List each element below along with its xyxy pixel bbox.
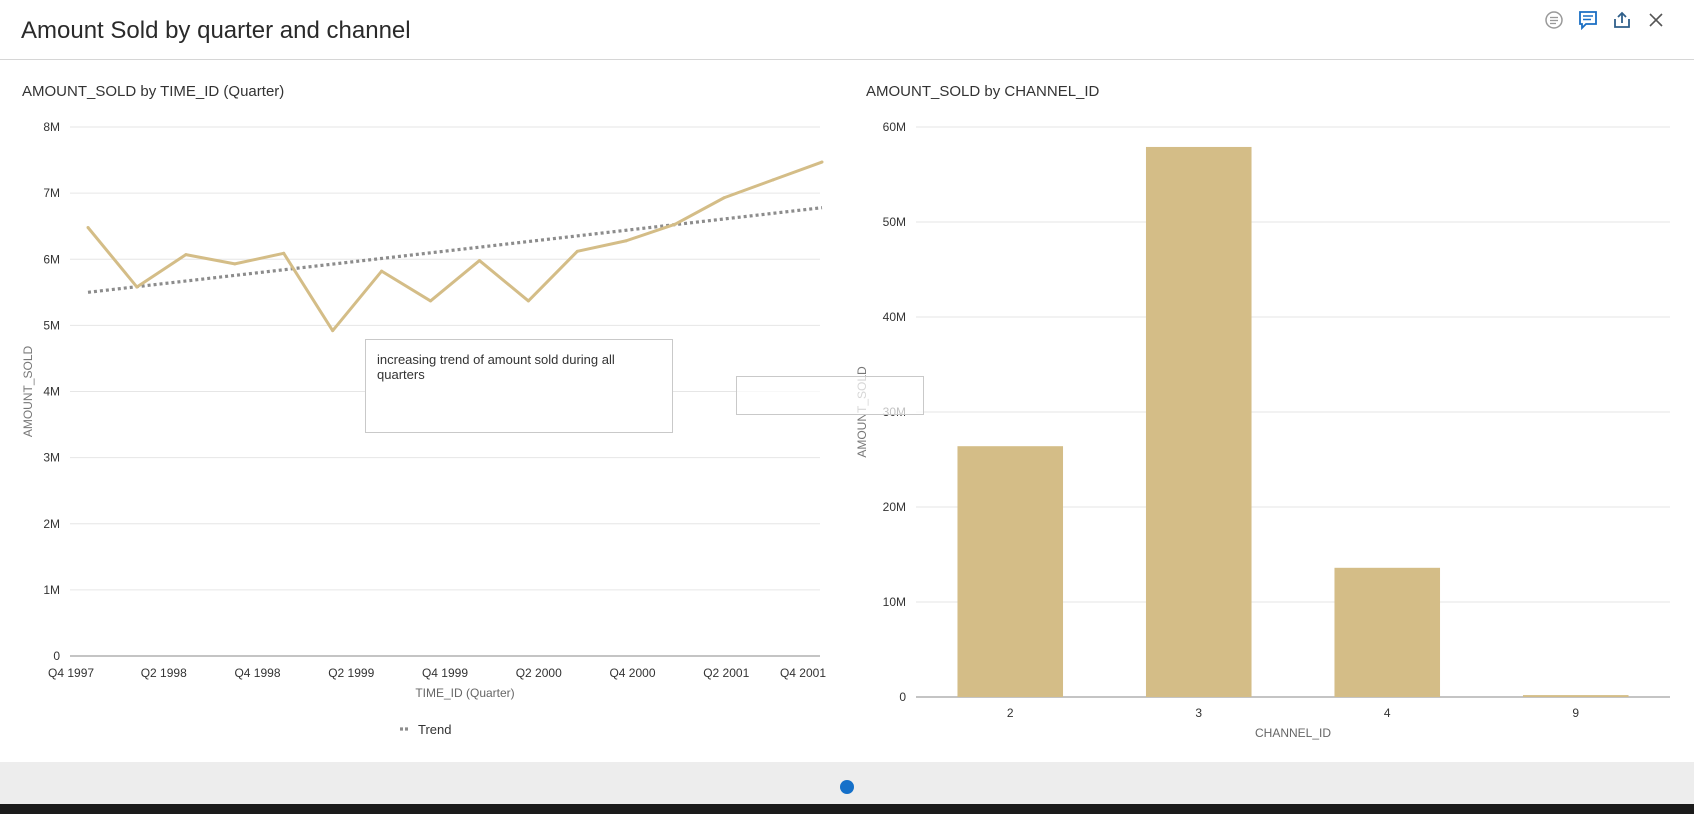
y-tick-label: 40M [883,310,906,324]
comment-icon[interactable] [1576,8,1600,32]
page-indicator-dot[interactable] [840,780,854,794]
y-tick-label: 7M [43,186,60,200]
y-tick-label: 2M [43,517,60,531]
y-tick-label: 10M [883,595,906,609]
y-tick-label: 6M [43,252,60,266]
data-point [429,299,433,303]
share-icon[interactable] [1610,8,1634,32]
y-tick-label: 5M [43,318,60,332]
y-tick-label: 1M [43,583,60,597]
x-tick-label: 2 [1007,706,1014,720]
data-point [184,253,188,257]
bar [1145,146,1252,697]
bar [957,446,1064,697]
data-point [575,249,579,253]
taskbar-strip [0,804,1694,814]
annotations-toggle-icon[interactable] [1542,8,1566,32]
x-axis-title: TIME_ID (Quarter) [415,686,514,700]
data-point [380,269,384,273]
x-tick-label: Q4 2000 [609,666,655,680]
series-line [86,160,823,333]
y-tick-label: 8M [43,120,60,134]
close-icon[interactable] [1644,8,1668,32]
data-point [624,239,628,243]
x-tick-label: Q2 1998 [141,666,187,680]
data-point [673,222,677,226]
x-tick-label: Q2 2000 [516,666,562,680]
x-tick-label: Q4 1998 [234,666,280,680]
annotation-note[interactable]: increasing trend of amount sold during a… [365,339,673,433]
bar [1334,567,1441,697]
bar-chart: 010M20M30M40M50M60M2349CHANNEL_IDAMOUNT_… [855,120,1670,740]
y-tick-label: 60M [883,120,906,134]
empty-annotation-box[interactable] [736,376,924,415]
line-chart-title: AMOUNT_SOLD by TIME_ID (Quarter) [22,83,285,100]
data-point [86,226,90,230]
x-tick-label: Q4 1997 [48,666,94,680]
x-tick-label: 4 [1384,706,1391,720]
y-tick-label: 20M [883,500,906,514]
bar-chart-title: AMOUNT_SOLD by CHANNEL_ID [866,83,1100,100]
x-tick-label: Q2 1999 [328,666,374,680]
x-tick-label: Q4 1999 [422,666,468,680]
data-point [820,160,824,164]
y-tick-label: 3M [43,451,60,465]
dialog-header: Amount Sold by quarter and channel [0,0,1694,60]
y-tick-label: 0 [53,649,60,663]
data-point [331,329,335,333]
bar [1522,695,1629,697]
data-point [477,259,481,263]
data-point [135,285,139,289]
annotation-text: increasing trend of amount sold during a… [377,352,615,382]
legend-trend-label: Trend [418,722,451,737]
data-point [282,251,286,255]
page-title: Amount Sold by quarter and channel [21,17,411,44]
y-tick-label: 4M [43,385,60,399]
x-tick-label: 3 [1195,706,1202,720]
x-tick-label: Q2 2001 [703,666,749,680]
data-point [722,196,726,200]
y-tick-label: 0 [899,690,906,704]
toolbar [1542,8,1668,32]
y-axis-title: AMOUNT_SOLD [21,345,35,437]
data-point [771,178,775,182]
x-tick-label: 9 [1572,706,1579,720]
y-tick-label: 50M [883,215,906,229]
data-point [526,299,530,303]
x-axis-title: CHANNEL_ID [1255,726,1331,740]
data-point [233,262,237,266]
x-tick-label: Q4 2001 [780,666,826,680]
